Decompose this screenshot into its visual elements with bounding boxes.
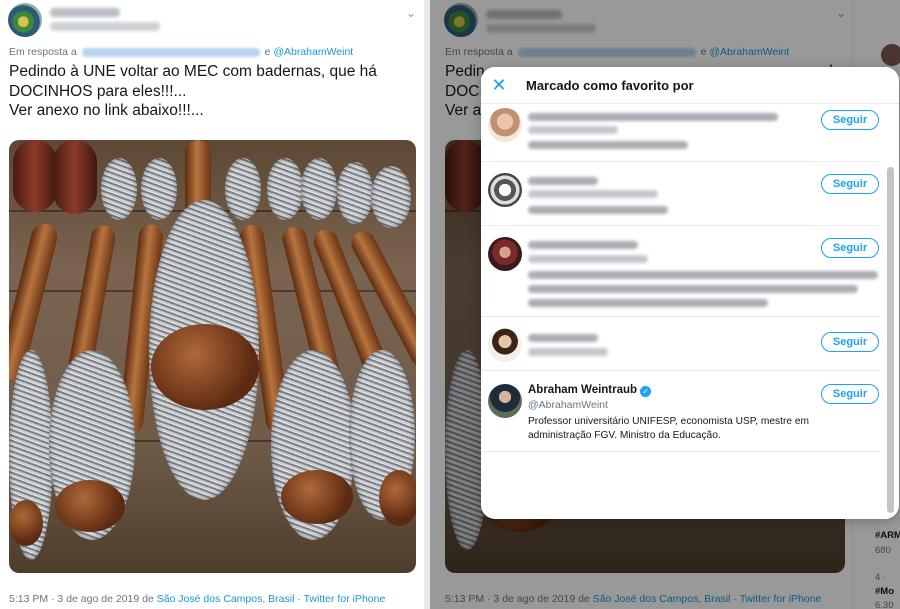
blurred-handle — [528, 348, 608, 356]
blurred-bio — [528, 271, 878, 279]
bat-knob — [281, 470, 353, 524]
barbed-wire — [101, 158, 137, 220]
tweet-photo[interactable] — [9, 140, 416, 573]
user-name[interactable]: Abraham Weintraub ✓ — [528, 384, 652, 397]
blurred-bio — [528, 141, 688, 149]
bat — [13, 140, 57, 212]
reply-prefix: Em resposta a — [9, 46, 77, 58]
reply-users-blurred[interactable] — [81, 47, 260, 57]
blurred-handle — [528, 190, 658, 198]
liked-by-modal: ✕ Marcado como favorito por Seguir Segui… — [481, 67, 899, 519]
follow-button[interactable]: Seguir — [821, 238, 879, 258]
user-avatar[interactable] — [488, 384, 522, 418]
bat-knob — [379, 470, 416, 526]
screenshot-stage: ⌄ Em resposta a e @AbrahamWeint Pedindo … — [0, 0, 900, 609]
tweet-time[interactable]: 5:13 PM · 3 de ago de 2019 de — [9, 593, 154, 605]
user-avatar[interactable] — [488, 173, 522, 207]
blurred-bio — [528, 206, 668, 214]
modal-header: ✕ Marcado como favorito por — [481, 67, 899, 104]
bat-knob — [151, 324, 259, 410]
user-bio: Professor universitário UNIFESP, economi… — [528, 416, 810, 441]
blurred-bio — [528, 285, 858, 293]
follow-button[interactable]: Seguir — [821, 110, 879, 130]
barbed-wire — [267, 158, 303, 220]
follow-button[interactable]: Seguir — [821, 332, 879, 352]
user-avatar[interactable] — [488, 328, 522, 362]
blurred-handle — [528, 126, 618, 134]
user-row-abraham[interactable]: Abraham Weintraub ✓ @AbrahamWeint Profess… — [481, 372, 881, 452]
close-icon[interactable]: ✕ — [490, 76, 508, 94]
verified-icon: ✓ — [640, 386, 652, 397]
user-avatar[interactable] — [488, 237, 522, 271]
user-handle[interactable]: @AbrahamWeint — [528, 399, 608, 411]
user-row[interactable]: Seguir — [481, 318, 881, 371]
reply-join: e — [264, 46, 271, 58]
tweet-meta: 5:13 PM · 3 de ago de 2019 de São José d… — [9, 593, 385, 605]
blurred-name — [528, 334, 598, 342]
tweet-text-line: Pedindo à UNE voltar ao MEC com badernas… — [9, 63, 377, 80]
tweet-text: Pedindo à UNE voltar ao MEC com badernas… — [9, 62, 377, 121]
blurred-handle — [528, 255, 648, 263]
modal-scrollbar[interactable] — [887, 167, 894, 513]
tweet-text-line: DOCINHOS para eles!!!... — [9, 82, 187, 100]
tweet-pane-left: ⌄ Em resposta a e @AbrahamWeint Pedindo … — [0, 0, 424, 609]
user-row[interactable]: Seguir — [481, 104, 881, 162]
modal-title: Marcado como favorito por — [526, 78, 694, 93]
reply-handle-link[interactable]: @AbrahamWeint — [273, 46, 353, 58]
author-avatar[interactable] — [8, 3, 42, 37]
tweet-text-line: Ver anexo no link abaixo!!!... — [9, 102, 204, 119]
user-name-text[interactable]: Abraham Weintraub — [528, 384, 637, 396]
tweet-location-link[interactable]: São José dos Campos, Brasil — [157, 593, 295, 605]
follow-button[interactable]: Seguir — [821, 174, 879, 194]
author-handle-blurred — [50, 22, 160, 31]
barbed-wire — [141, 158, 177, 220]
barbed-wire — [371, 166, 411, 228]
blurred-name — [528, 177, 598, 185]
user-row[interactable]: Seguir — [481, 163, 881, 226]
tweet-source-link[interactable]: Twitter for iPhone — [304, 593, 386, 605]
barbed-wire — [337, 162, 373, 224]
chevron-down-icon[interactable]: ⌄ — [406, 6, 416, 20]
meta-separator: · — [297, 593, 301, 605]
barbed-wire — [301, 158, 337, 220]
follow-button[interactable]: Seguir — [821, 384, 879, 404]
blurred-name — [528, 113, 778, 121]
blurred-name — [528, 241, 638, 249]
bat — [53, 140, 97, 214]
bat-knob — [9, 500, 43, 546]
reply-context: Em resposta a e @AbrahamWeint — [9, 46, 353, 58]
user-avatar[interactable] — [488, 108, 522, 142]
author-name-blurred — [50, 8, 120, 17]
bat-knob — [55, 480, 125, 532]
blurred-bio — [528, 299, 768, 307]
barbed-wire — [225, 158, 261, 220]
user-row[interactable]: Seguir — [481, 227, 881, 317]
